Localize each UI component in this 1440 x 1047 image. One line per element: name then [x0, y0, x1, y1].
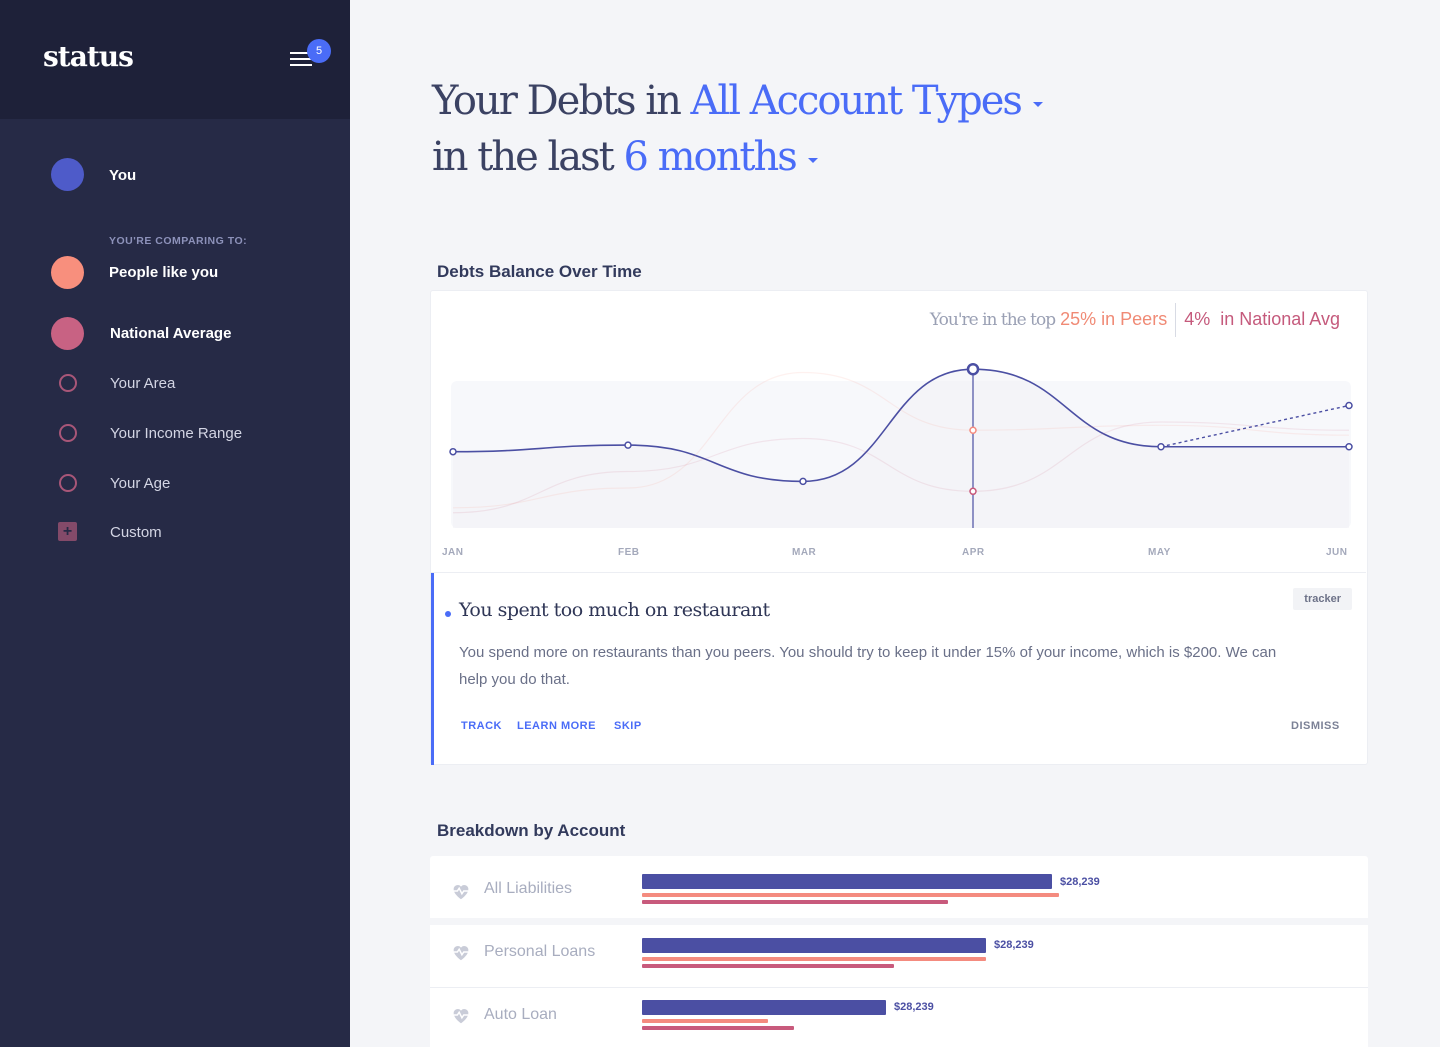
x-tick-label: MAR: [792, 547, 817, 558]
insight-title: You spent too much on restaurant: [459, 599, 770, 621]
peers-bar: [642, 1019, 768, 1023]
breakdown-section-title: Breakdown by Account: [437, 821, 626, 840]
comparing-caption: YOU'RE COMPARING TO:: [109, 235, 248, 247]
insight-accent-bar: [431, 573, 434, 765]
radio-ring-icon: [59, 474, 77, 492]
data-point-you: [799, 477, 807, 486]
data-point-you: [1345, 443, 1353, 451]
sidebar-header: status 5: [0, 0, 350, 119]
account-label: Personal Loans: [484, 943, 596, 960]
sidebar-item-label: Your Area: [110, 375, 176, 392]
sidebar-item-you[interactable]: You: [0, 155, 350, 195]
sidebar-item-national-average[interactable]: National Average: [0, 314, 350, 354]
insight-card: You spent too much on restaurant You spe…: [431, 572, 1366, 765]
skip-button[interactable]: SKIP: [614, 720, 642, 732]
peers-bar: [642, 957, 986, 961]
debts-line-chart: [449, 362, 1353, 528]
data-point-you: [1157, 443, 1165, 451]
dismiss-button[interactable]: DISMISS: [1291, 720, 1340, 732]
insight-body: You spend more on restaurants than you p…: [459, 644, 1277, 688]
breakdown-row[interactable]: Personal Loans $28,239: [430, 925, 1368, 987]
data-point-you: [449, 447, 457, 456]
account-type-dropdown[interactable]: All Account Types: [691, 78, 1023, 124]
sidebar-item-custom[interactable]: + Custom: [0, 512, 350, 552]
national-color-dot: [51, 317, 84, 350]
breakdown-row[interactable]: All Liabilities $28,239: [430, 856, 1368, 918]
sidebar-item-label: Custom: [110, 524, 162, 541]
sidebar-item-your-area[interactable]: Your Area: [0, 364, 350, 404]
you-bar: [642, 874, 1052, 889]
page-title-line1: Your Debts in All Account Types: [432, 78, 1043, 124]
title-prefix: Your Debts in: [432, 78, 682, 124]
breakdown-row[interactable]: Auto Loan $28,239: [430, 987, 1368, 1047]
x-tick-label: APR: [962, 547, 985, 558]
you-bar: [642, 938, 986, 953]
radio-ring-icon: [59, 374, 77, 392]
sidebar: status 5 You YOU'RE COMPARING TO: People…: [0, 0, 350, 1047]
account-value: $28,239: [1060, 876, 1100, 888]
sidebar-item-label: Your Income Range: [110, 425, 243, 442]
sidebar-item-label: Your Age: [110, 475, 171, 492]
heart-pulse-icon: [453, 885, 469, 900]
notification-badge: 5: [307, 39, 331, 63]
logo[interactable]: status: [43, 40, 134, 73]
national-bar: [642, 900, 948, 904]
you-bar: [642, 1000, 886, 1015]
page-title-line2: in the last 6 months: [432, 134, 818, 180]
period-dropdown[interactable]: 6 months: [623, 134, 797, 180]
sidebar-item-your-age[interactable]: Your Age: [0, 464, 350, 504]
data-point-peers: [969, 426, 977, 434]
title-prefix: in the last: [432, 134, 615, 180]
sidebar-item-label: You: [109, 167, 137, 184]
you-color-dot: [51, 158, 84, 191]
sidebar-item-label: People like you: [109, 264, 219, 281]
radio-ring-icon: [59, 424, 77, 442]
learn-more-button[interactable]: LEARN MORE: [517, 720, 596, 732]
chevron-down-icon[interactable]: [807, 157, 818, 163]
national-bar: [642, 1026, 794, 1030]
account-value: $28,239: [994, 939, 1034, 951]
peers-bar: [642, 893, 1059, 897]
sidebar-item-label: National Average: [110, 325, 232, 342]
x-tick-label: JUN: [1326, 547, 1348, 558]
account-label: All Liabilities: [484, 880, 573, 897]
data-point-national: [969, 487, 977, 496]
national-bar: [642, 964, 894, 968]
x-tick-label: JAN: [442, 547, 464, 558]
plus-icon: +: [58, 522, 77, 541]
track-button[interactable]: TRACK: [461, 720, 502, 732]
x-tick-label: MAY: [1148, 547, 1171, 558]
heart-pulse-icon: [453, 1009, 469, 1024]
account-value: $28,239: [894, 1001, 934, 1013]
chart-card: You're in the top 25% in Peers 4% in Nati…: [430, 290, 1368, 765]
chevron-down-icon[interactable]: [1032, 101, 1043, 107]
account-label: Auto Loan: [484, 1006, 557, 1023]
chart-section-title: Debts Balance Over Time: [437, 262, 642, 281]
sidebar-item-your-income-range[interactable]: Your Income Range: [0, 414, 350, 454]
data-point-you: [966, 362, 980, 376]
heart-pulse-icon: [453, 946, 469, 961]
peers-color-dot: [51, 256, 84, 289]
projection-point: [1345, 401, 1353, 410]
bullet-icon: [445, 611, 451, 617]
tracker-tag[interactable]: tracker: [1293, 588, 1352, 610]
sidebar-item-people-like-you[interactable]: People like you: [0, 253, 350, 293]
x-tick-label: FEB: [618, 547, 640, 558]
data-point-you: [624, 441, 632, 449]
